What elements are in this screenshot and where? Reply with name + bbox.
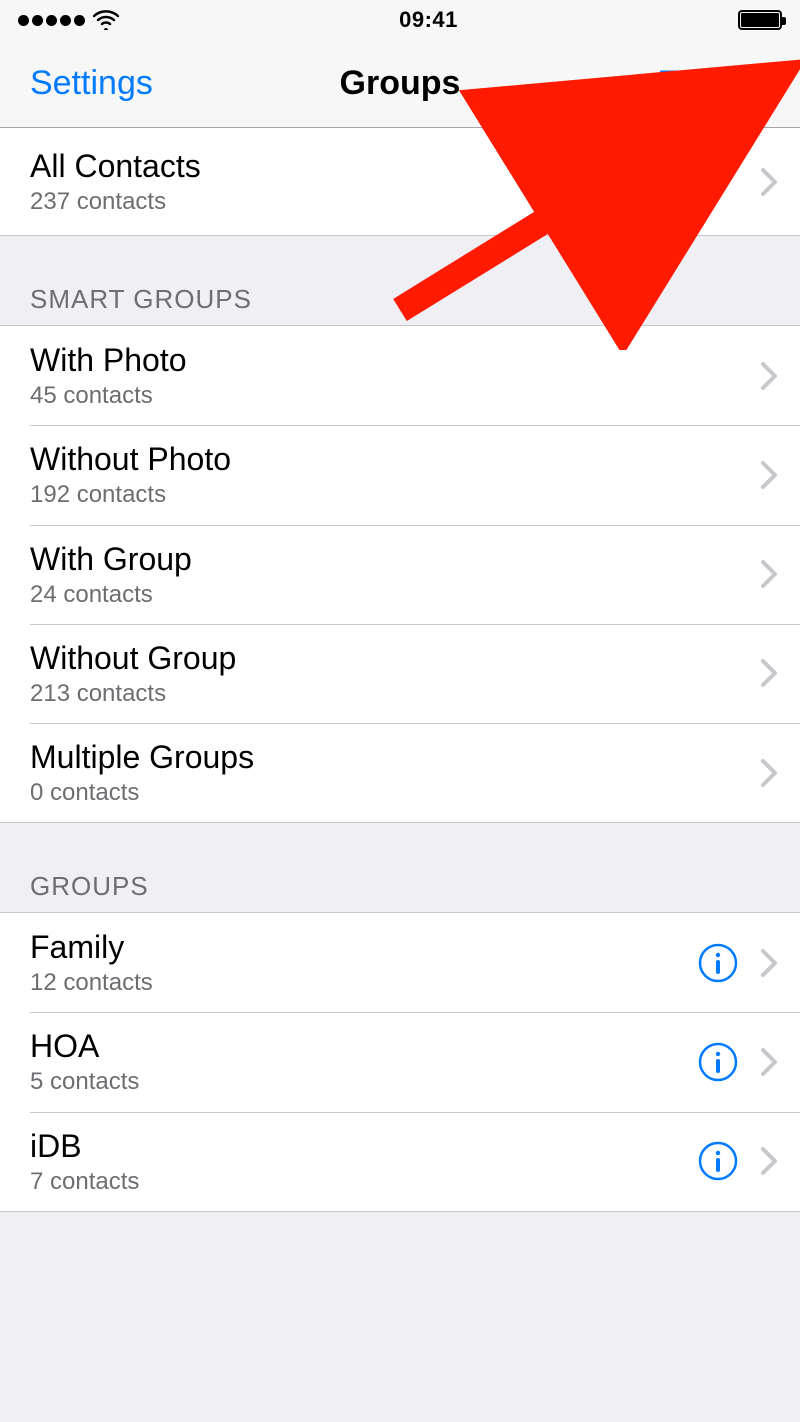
cell-text: Multiple Groups 0 contacts bbox=[30, 737, 746, 808]
group-row[interactable]: HOA 5 contacts bbox=[0, 1012, 800, 1111]
smart-groups-header: SMART GROUPS bbox=[0, 236, 800, 325]
group-row[interactable]: iDB 7 contacts bbox=[0, 1112, 800, 1211]
chevron-right-icon bbox=[760, 559, 778, 589]
cell-subtitle: 0 contacts bbox=[30, 777, 746, 808]
info-icon bbox=[698, 1042, 738, 1082]
cell-subtitle: 7 contacts bbox=[30, 1166, 698, 1197]
info-button[interactable] bbox=[698, 1141, 738, 1181]
cell-title: Without Photo bbox=[30, 439, 746, 479]
smart-groups-list: With Photo 45 contacts Without Photo 192… bbox=[0, 325, 800, 823]
cell-title: All Contacts bbox=[30, 146, 746, 186]
plus-icon bbox=[744, 66, 780, 102]
cell-subtitle: 12 contacts bbox=[30, 967, 698, 998]
battery-icon bbox=[738, 10, 782, 30]
info-icon bbox=[698, 943, 738, 983]
page-title: Groups bbox=[340, 64, 461, 103]
edit-button[interactable]: Edit bbox=[657, 64, 716, 103]
status-bar: 09:41 bbox=[0, 0, 800, 40]
info-button[interactable] bbox=[698, 1042, 738, 1082]
all-contacts-row[interactable]: All Contacts 237 contacts bbox=[0, 128, 800, 236]
cell-text: With Group 24 contacts bbox=[30, 539, 746, 610]
smart-group-row[interactable]: Without Photo 192 contacts bbox=[0, 425, 800, 524]
cell-title: With Group bbox=[30, 539, 746, 579]
chevron-right-icon bbox=[760, 658, 778, 688]
cell-subtitle: 192 contacts bbox=[30, 479, 746, 510]
chevron-right-icon bbox=[760, 1146, 778, 1176]
groups-list: Family 12 contacts HOA 5 contacts bbox=[0, 912, 800, 1212]
chevron-right-icon bbox=[760, 758, 778, 788]
chevron-right-icon bbox=[760, 460, 778, 490]
cell-title: iDB bbox=[30, 1126, 698, 1166]
smart-group-row[interactable]: Multiple Groups 0 contacts bbox=[0, 723, 800, 822]
chevron-right-icon bbox=[760, 167, 778, 197]
cell-title: Multiple Groups bbox=[30, 737, 746, 777]
nav-bar: Settings Groups Edit bbox=[0, 40, 800, 128]
cell-subtitle: 24 contacts bbox=[30, 579, 746, 610]
cell-text: Without Group 213 contacts bbox=[30, 638, 746, 709]
chevron-right-icon bbox=[760, 1047, 778, 1077]
chevron-right-icon bbox=[760, 948, 778, 978]
smart-group-row[interactable]: With Group 24 contacts bbox=[0, 525, 800, 624]
cell-subtitle: 5 contacts bbox=[30, 1066, 698, 1097]
cell-title: Family bbox=[30, 927, 698, 967]
cell-title: HOA bbox=[30, 1026, 698, 1066]
cell-text: With Photo 45 contacts bbox=[30, 340, 746, 411]
status-right bbox=[738, 10, 782, 30]
smart-group-row[interactable]: With Photo 45 contacts bbox=[0, 326, 800, 425]
groups-header: GROUPS bbox=[0, 823, 800, 912]
nav-right: Edit bbox=[657, 64, 780, 103]
group-row[interactable]: Family 12 contacts bbox=[0, 913, 800, 1012]
signal-strength-icon bbox=[18, 15, 85, 26]
smart-group-row[interactable]: Without Group 213 contacts bbox=[0, 624, 800, 723]
info-icon bbox=[698, 1141, 738, 1181]
cell-subtitle: 213 contacts bbox=[30, 678, 746, 709]
cell-text: Without Photo 192 contacts bbox=[30, 439, 746, 510]
status-time: 09:41 bbox=[399, 7, 458, 33]
cell-title: Without Group bbox=[30, 638, 746, 678]
cell-text: Family 12 contacts bbox=[30, 927, 698, 998]
cell-subtitle: 45 contacts bbox=[30, 380, 746, 411]
cell-text: All Contacts 237 contacts bbox=[30, 146, 746, 217]
settings-back-button[interactable]: Settings bbox=[30, 64, 153, 103]
status-left bbox=[18, 10, 119, 30]
chevron-right-icon bbox=[760, 361, 778, 391]
info-button[interactable] bbox=[698, 943, 738, 983]
cell-title: With Photo bbox=[30, 340, 746, 380]
cell-text: HOA 5 contacts bbox=[30, 1026, 698, 1097]
wifi-icon bbox=[93, 10, 119, 30]
cell-text: iDB 7 contacts bbox=[30, 1126, 698, 1197]
cell-subtitle: 237 contacts bbox=[30, 186, 746, 217]
add-button[interactable] bbox=[744, 66, 780, 102]
